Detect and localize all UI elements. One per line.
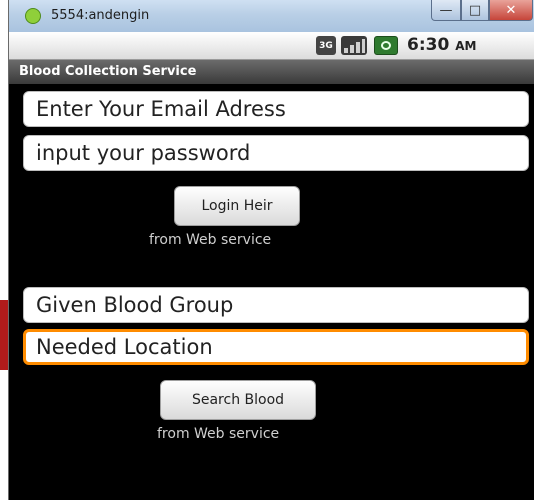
close-button[interactable]: ✕ <box>489 0 533 21</box>
network-3g-icon: 3G <box>316 36 336 55</box>
location-field[interactable]: Needed Location <box>23 329 529 365</box>
window-titlebar[interactable]: 5554:andengin — □ ✕ <box>9 0 534 33</box>
app-title: Blood Collection Service <box>9 60 534 84</box>
window-controls: — □ ✕ <box>431 0 533 22</box>
android-status-bar: 3G 6:30 AM <box>9 32 534 60</box>
login-button[interactable]: Login Heir <box>174 186 300 226</box>
clock-ampm: AM <box>455 39 477 53</box>
search-caption: from Web service <box>157 426 280 442</box>
login-caption: from Web service <box>149 232 272 248</box>
desktop-edge <box>0 300 8 370</box>
password-field[interactable]: input your password <box>23 135 529 171</box>
battery-icon <box>374 36 398 55</box>
android-app-icon <box>25 8 41 24</box>
maximize-button[interactable]: □ <box>461 0 489 21</box>
blood-group-field[interactable]: Given Blood Group <box>23 287 529 323</box>
clock-time: 6:30 <box>407 35 450 55</box>
window-title: 5554:andengin <box>51 8 150 23</box>
emulator-window: 5554:andengin — □ ✕ 3G 6:30 AM Blood Col… <box>8 0 534 500</box>
minimize-button[interactable]: — <box>431 0 461 21</box>
search-blood-button[interactable]: Search Blood <box>160 380 316 420</box>
status-clock: 6:30 AM <box>407 35 476 55</box>
email-field[interactable]: Enter Your Email Adress <box>23 91 529 127</box>
signal-icon <box>341 36 367 55</box>
